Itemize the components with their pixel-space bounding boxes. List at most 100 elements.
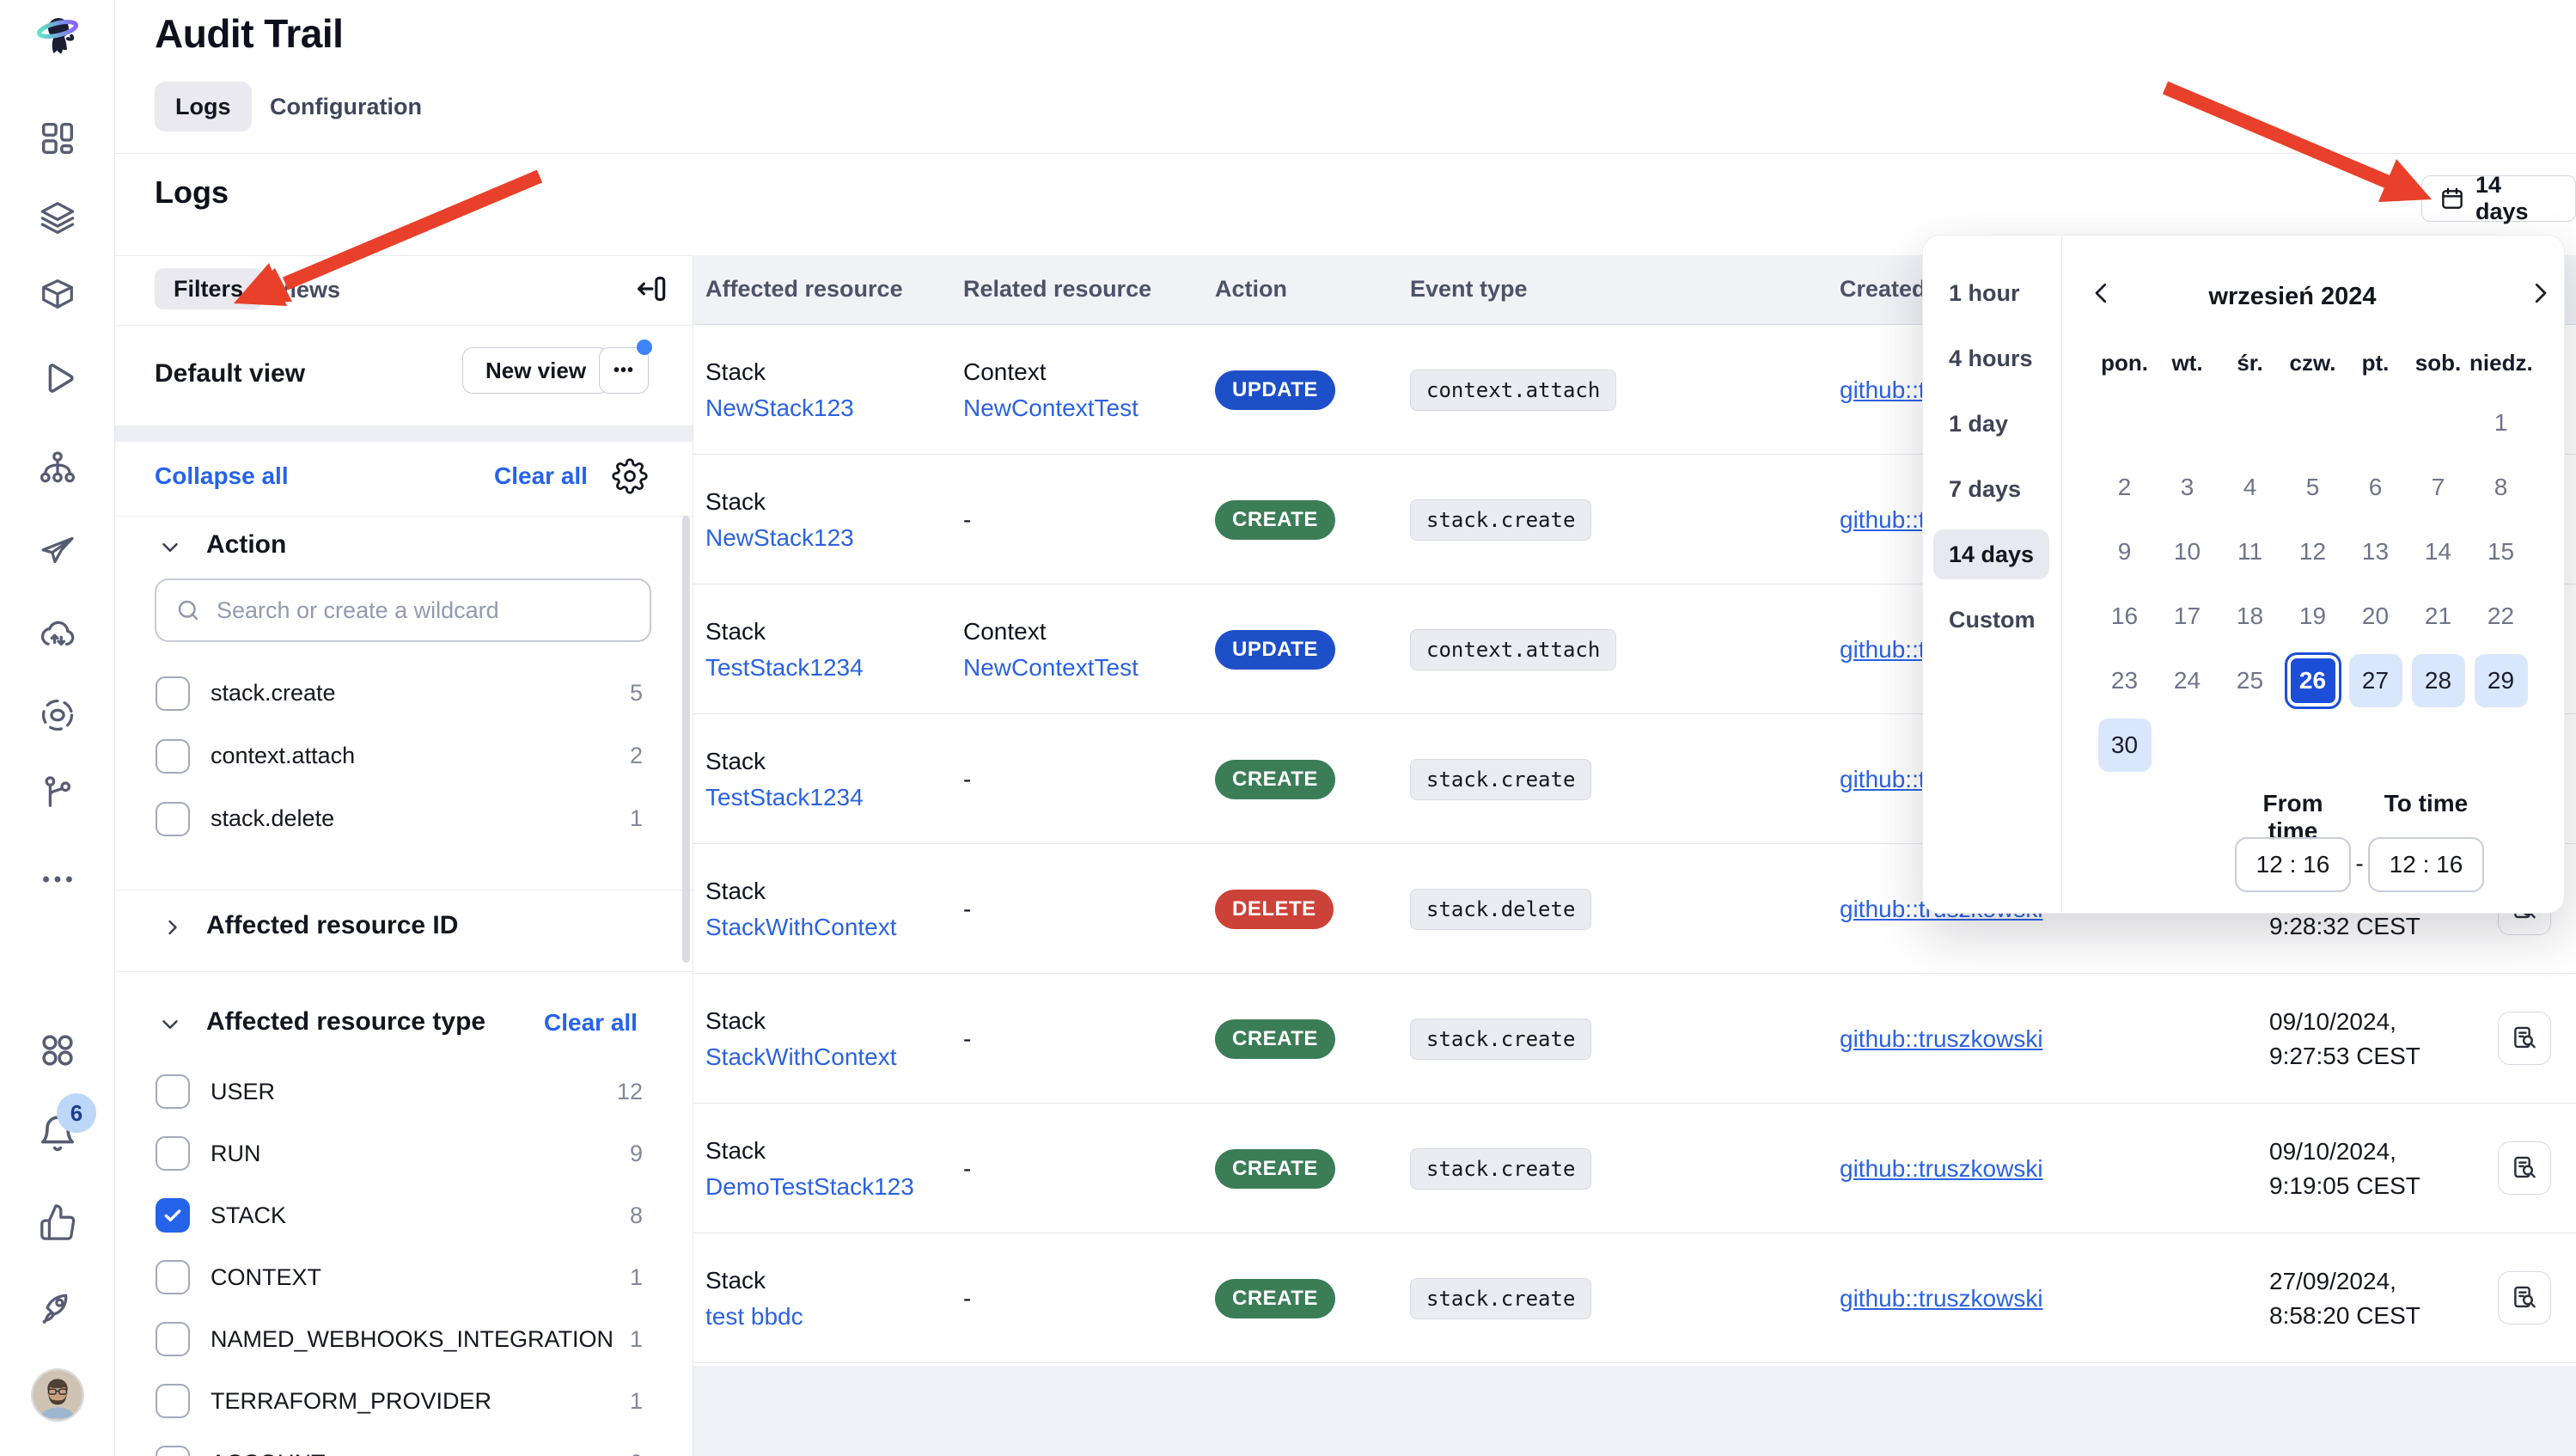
section-resource-type-title[interactable]: Affected resource type	[206, 1007, 485, 1037]
calendar-day[interactable]: 1	[2475, 396, 2528, 450]
calendar-day[interactable]: 27	[2349, 654, 2402, 707]
calendar-day[interactable]: 30	[2098, 719, 2152, 772]
runs-icon[interactable]	[38, 358, 77, 398]
to-time-input[interactable]: 12 : 16	[2368, 837, 2484, 892]
quick-range-item[interactable]: 4 hours	[1923, 326, 2061, 391]
calendar-day[interactable]: 2	[2098, 461, 2152, 514]
plane-icon[interactable]	[38, 529, 77, 569]
created-by-link[interactable]: github::truszkowski	[1840, 1025, 2043, 1053]
calendar-day[interactable]: 7	[2412, 461, 2465, 514]
panel-scrollbar[interactable]	[682, 516, 690, 963]
view-log-details-button[interactable]	[2498, 1271, 2551, 1324]
user-avatar[interactable]	[31, 1368, 84, 1422]
filter-option-row[interactable]: context.attach 2	[115, 725, 693, 787]
calendar-day[interactable]: 3	[2161, 461, 2214, 514]
resource-link[interactable]: test bbdc	[705, 1303, 946, 1331]
cloud-sync-icon[interactable]	[38, 614, 77, 653]
quick-range-label[interactable]: 7 days	[1933, 464, 2036, 514]
dashboard-icon[interactable]	[38, 119, 77, 158]
resource-link[interactable]: TestStack1234	[705, 654, 946, 682]
calendar-day[interactable]: 22	[2475, 590, 2528, 643]
resource-link[interactable]: NewContextTest	[963, 654, 1204, 682]
quick-range-item[interactable]: 1 hour	[1923, 260, 2061, 326]
resource-link[interactable]: StackWithContext	[705, 914, 946, 941]
calendar-day[interactable]: 9	[2098, 525, 2152, 578]
calendar-day[interactable]: 29	[2475, 654, 2528, 707]
quick-range-item[interactable]: 1 day	[1923, 391, 2061, 456]
filter-option-row[interactable]: stack.delete 1	[115, 787, 693, 850]
chevron-down-icon[interactable]	[157, 1012, 183, 1037]
branch-icon[interactable]	[38, 772, 77, 811]
quick-range-label[interactable]: 1 day	[1933, 399, 2024, 449]
calendar-day[interactable]: 13	[2349, 525, 2402, 578]
date-range-button[interactable]: 14 days	[2421, 175, 2576, 222]
calendar-day[interactable]: 12	[2286, 525, 2340, 578]
new-view-button[interactable]: New view	[462, 347, 609, 394]
filter-option-row[interactable]: STACK 8	[115, 1184, 693, 1246]
calendar-day[interactable]: 10	[2161, 525, 2214, 578]
checkbox[interactable]	[156, 1322, 190, 1356]
resource-link[interactable]: NewStack123	[705, 395, 946, 422]
calendar-day[interactable]: 4	[2224, 461, 2277, 514]
calendar-day[interactable]: 18	[2224, 590, 2277, 643]
feedback-thumbs-up-icon[interactable]	[38, 1202, 77, 1242]
calendar-day[interactable]: 20	[2349, 590, 2402, 643]
filter-option-row[interactable]: USER 12	[115, 1061, 693, 1123]
resource-link[interactable]: DemoTestStack123	[705, 1173, 946, 1201]
checkbox[interactable]	[156, 1136, 190, 1171]
stacks-icon[interactable]	[38, 198, 77, 237]
calendar-day[interactable]: 14	[2412, 525, 2465, 578]
resources-icon[interactable]	[38, 448, 77, 487]
more-nav-icon[interactable]	[38, 860, 77, 899]
tab-configuration[interactable]: Configuration	[259, 82, 432, 132]
filter-option-row[interactable]: ACCOUNT 0	[115, 1432, 693, 1456]
scan-icon[interactable]	[38, 695, 77, 735]
resource-link[interactable]: NewContextTest	[963, 395, 1204, 422]
checkbox[interactable]	[156, 802, 190, 836]
calendar-day[interactable]: 6	[2349, 461, 2402, 514]
panel-tab-filters[interactable]: Filters	[155, 268, 262, 309]
checkbox[interactable]	[156, 676, 190, 711]
quick-range-item[interactable]: 7 days	[1923, 456, 2061, 522]
apps-icon[interactable]	[38, 1031, 77, 1070]
view-log-details-button[interactable]	[2498, 1141, 2551, 1195]
resource-link[interactable]: StackWithContext	[705, 1043, 946, 1071]
section-resource-id-title[interactable]: Affected resource ID	[206, 911, 458, 940]
blueprints-icon[interactable]	[38, 274, 77, 314]
view-log-details-button[interactable]	[2498, 1012, 2551, 1065]
chevron-down-icon[interactable]	[157, 535, 183, 560]
filter-option-row[interactable]: TERRAFORM_PROVIDER 1	[115, 1370, 693, 1432]
calendar-day[interactable]: 23	[2098, 654, 2152, 707]
checkbox[interactable]	[156, 1260, 190, 1294]
collapse-all-link[interactable]: Collapse all	[155, 462, 289, 490]
calendar-day[interactable]: 15	[2475, 525, 2528, 578]
quick-range-label[interactable]: 1 hour	[1933, 268, 2036, 318]
quick-range-label[interactable]: 4 hours	[1933, 333, 2048, 383]
collapse-panel-icon[interactable]	[634, 272, 668, 306]
calendar-day[interactable]: 5	[2286, 461, 2340, 514]
calendar-day[interactable]: 11	[2224, 525, 2277, 578]
calendar-day[interactable]: 25	[2224, 654, 2277, 707]
prev-month-icon[interactable]	[2086, 278, 2117, 309]
section-action-title[interactable]: Action	[206, 530, 286, 560]
checkbox[interactable]	[156, 1446, 190, 1456]
calendar-day[interactable]: 28	[2412, 654, 2465, 707]
calendar-day[interactable]: 17	[2161, 590, 2214, 643]
launchpad-rocket-icon[interactable]	[38, 1288, 77, 1328]
tab-logs[interactable]: Logs	[155, 82, 252, 132]
checkbox[interactable]	[156, 739, 190, 774]
created-by-link[interactable]: github::truszkowski	[1840, 1285, 2043, 1312]
resource-type-clear-all-link[interactable]: Clear all	[544, 1009, 638, 1037]
chevron-right-icon[interactable]	[161, 915, 185, 939]
from-time-input[interactable]: 12 : 16	[2235, 837, 2351, 892]
quick-range-item[interactable]: 14 days	[1923, 522, 2061, 587]
calendar-day[interactable]: 24	[2161, 654, 2214, 707]
calendar-day[interactable]: 8	[2475, 461, 2528, 514]
checkbox[interactable]	[156, 1074, 190, 1109]
clear-all-link[interactable]: Clear all	[494, 462, 588, 490]
calendar-day[interactable]: 19	[2286, 590, 2340, 643]
quick-range-label[interactable]: Custom	[1933, 595, 2051, 645]
resource-link[interactable]: TestStack1234	[705, 784, 946, 811]
filter-settings-gear-icon[interactable]	[612, 458, 648, 494]
action-search-input[interactable]	[215, 596, 631, 625]
